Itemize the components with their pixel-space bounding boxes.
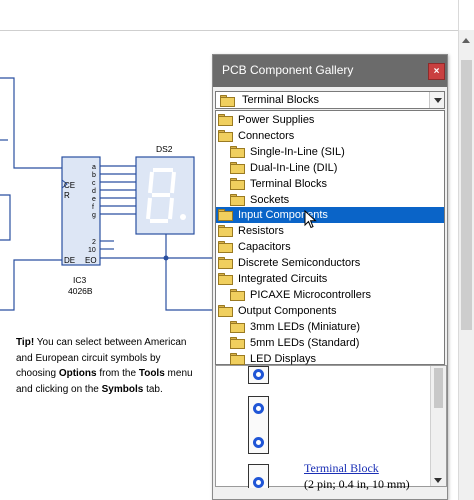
folder-icon xyxy=(230,352,245,365)
wire-left-loop xyxy=(0,194,11,241)
wire-de xyxy=(0,259,62,311)
wire-eo-down xyxy=(165,258,212,311)
category-select[interactable]: Terminal Blocks xyxy=(215,91,445,109)
category-option-label: Integrated Circuits xyxy=(238,273,328,285)
category-option[interactable]: Terminal Blocks xyxy=(216,176,444,192)
pcb-component-gallery-window[interactable]: PCB Component Gallery × Terminal Blocks … xyxy=(212,54,448,500)
folder-icon xyxy=(218,273,233,285)
category-option[interactable]: LED Displays xyxy=(216,351,444,367)
folder-icon xyxy=(230,336,245,349)
terminal-hole xyxy=(253,477,264,488)
category-option[interactable]: 5mm LEDs (Standard) xyxy=(216,335,444,351)
category-option[interactable]: Dual-In-Line (DIL) xyxy=(216,160,444,176)
folder-icon xyxy=(218,209,233,222)
ic-pin-c: c xyxy=(92,180,96,187)
category-option-label: Dual-In-Line (DIL) xyxy=(250,161,338,174)
ic-pin-2: 2 xyxy=(92,239,96,246)
folder-icon xyxy=(230,177,245,190)
folder-icon xyxy=(230,145,245,158)
category-option-label: 5mm LEDs (Standard) xyxy=(250,336,360,349)
terminal-block-preview-bottom[interactable] xyxy=(248,464,269,488)
category-option[interactable]: Output Components xyxy=(216,303,444,319)
category-option[interactable]: 3mm LEDs (Miniature) xyxy=(216,319,444,335)
category-option-label: Power Supplies xyxy=(238,114,315,126)
ic-pin-f: f xyxy=(92,204,94,211)
scroll-thumb[interactable] xyxy=(461,60,472,330)
wire-ce xyxy=(0,77,62,169)
ic-pin-de: DE xyxy=(64,256,75,265)
category-option-label: LED Displays xyxy=(250,352,317,365)
folder-icon xyxy=(230,288,245,301)
close-button[interactable]: × xyxy=(428,63,445,80)
terminal-block-preview[interactable] xyxy=(248,396,269,454)
category-option[interactable]: Sockets xyxy=(216,192,444,208)
ic-pin-ce: CE xyxy=(64,181,75,190)
category-option-label: Terminal Blocks xyxy=(250,177,328,190)
category-option[interactable]: Input Components xyxy=(216,207,444,224)
ic-pin-g: g xyxy=(92,212,96,219)
close-icon: × xyxy=(433,66,440,77)
category-option-label: Capacitors xyxy=(238,241,291,254)
scroll-up-arrow-icon[interactable] xyxy=(462,38,470,43)
category-option-label: Connectors xyxy=(238,129,295,142)
category-option[interactable]: Resistors xyxy=(216,223,444,239)
junction-dot xyxy=(163,255,169,261)
ic-pin-b: b xyxy=(92,172,96,179)
terminal-hole xyxy=(253,403,264,414)
folder-icon xyxy=(230,161,245,174)
folder-icon xyxy=(230,193,245,206)
category-option[interactable]: PICAXE Microcontrollers xyxy=(216,287,444,303)
folder-icon xyxy=(218,304,233,317)
component-preview-list[interactable]: Terminal Block (2 pin; 0.4 in, 10 mm) xyxy=(215,365,447,491)
ic-pin-d: d xyxy=(92,188,96,195)
terminal-hole xyxy=(253,369,264,380)
category-option[interactable]: Integrated Circuits xyxy=(216,271,444,287)
ic-pin-eo: EO xyxy=(85,256,97,265)
terminal-block-link[interactable]: Terminal Block xyxy=(304,461,379,476)
folder-icon xyxy=(218,257,233,270)
terminal-hole xyxy=(253,437,264,448)
mouse-pointer-icon xyxy=(304,210,317,229)
dropdown-arrow-icon[interactable] xyxy=(429,92,444,108)
canvas-vertical-scrollbar[interactable] xyxy=(459,30,474,500)
category-option-label: Resistors xyxy=(238,225,284,238)
category-select-value: Terminal Blocks xyxy=(242,94,320,106)
category-option[interactable]: Power Supplies xyxy=(216,112,444,128)
category-option-label: 3mm LEDs (Miniature) xyxy=(250,320,361,333)
tip-text: Tip! You can select between American and… xyxy=(16,337,193,395)
decimal-point xyxy=(180,214,186,220)
category-dropdown-list[interactable]: Power Supplies Connectors Single-In-Line (… xyxy=(215,110,445,365)
ic-pin-r: R xyxy=(64,191,70,200)
ic-part-label: 4026B xyxy=(68,286,93,296)
folder-icon xyxy=(218,114,233,126)
ic-pin-10: 10 xyxy=(88,247,96,254)
category-option-label: Sockets xyxy=(250,193,290,206)
preview-scroll-thumb[interactable] xyxy=(434,368,443,408)
terminal-block-description: (2 pin; 0.4 in, 10 mm) xyxy=(304,477,410,491)
category-option-label: Discrete Semiconductors xyxy=(238,257,361,270)
gallery-title: PCB Component Gallery xyxy=(222,63,354,77)
gallery-title-bar[interactable]: PCB Component Gallery × xyxy=(213,55,447,87)
ic-pin-a: a xyxy=(92,164,96,171)
ic-pin-e: e xyxy=(92,196,96,203)
category-option[interactable]: Discrete Semiconductors xyxy=(216,255,444,271)
folder-icon xyxy=(230,320,245,333)
category-option[interactable]: Single-In-Line (SIL) xyxy=(216,144,444,160)
ic-name-label: IC3 xyxy=(73,275,87,285)
folder-icon xyxy=(218,129,233,142)
folder-icon xyxy=(220,95,235,107)
category-option-label: PICAXE Microcontrollers xyxy=(250,288,372,301)
category-option[interactable]: Connectors xyxy=(216,128,444,144)
scroll-down-arrow-icon[interactable] xyxy=(434,478,442,483)
category-option-label: Output Components xyxy=(238,304,337,317)
terminal-block-preview-top[interactable] xyxy=(248,366,269,384)
category-option[interactable]: Capacitors xyxy=(216,239,444,255)
category-option-label: Single-In-Line (SIL) xyxy=(250,145,345,158)
folder-icon xyxy=(218,241,233,254)
display-label: DS2 xyxy=(156,144,173,154)
preview-vertical-scrollbar[interactable] xyxy=(430,366,446,486)
wire-eo xyxy=(100,234,167,259)
folder-icon xyxy=(218,225,233,238)
